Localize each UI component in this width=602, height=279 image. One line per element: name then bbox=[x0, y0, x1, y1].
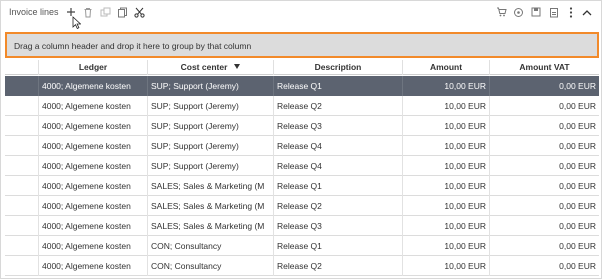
table-row[interactable]: 4000; Algemene kosten SALES; Sales & Mark… bbox=[5, 176, 599, 196]
amount-cell[interactable]: 10,00 EUR bbox=[403, 236, 490, 256]
header-select-column bbox=[5, 60, 39, 75]
table-row[interactable]: 4000; Algemene kosten SALES; Sales & Mark… bbox=[5, 216, 599, 236]
amount-cell[interactable]: 10,00 EUR bbox=[403, 96, 490, 116]
table-row[interactable]: 4000; Algemene kosten CON; Consultancy Rel… bbox=[5, 236, 599, 256]
header-amount[interactable]: Amount bbox=[403, 60, 490, 75]
description-cell[interactable]: Release Q4 bbox=[274, 136, 403, 156]
description-cell[interactable]: Release Q3 bbox=[274, 216, 403, 236]
cost-center-cell[interactable]: SUP; Support (Jeremy) bbox=[148, 96, 274, 116]
mouse-cursor-icon bbox=[72, 16, 82, 31]
ledger-cell[interactable]: 4000; Algemene kosten bbox=[39, 136, 148, 156]
description-cell[interactable]: Release Q1 bbox=[274, 76, 403, 96]
ledger-cell[interactable]: 4000; Algemene kosten bbox=[39, 216, 148, 236]
amount-cell[interactable]: 10,00 EUR bbox=[403, 176, 490, 196]
cart-icon[interactable] bbox=[494, 5, 508, 19]
panel-title: Invoice lines bbox=[9, 7, 59, 17]
save-icon[interactable] bbox=[529, 5, 543, 19]
cost-center-cell[interactable]: CON; Consultancy bbox=[148, 256, 274, 276]
description-cell[interactable]: Release Q2 bbox=[274, 256, 403, 276]
sort-descending-icon bbox=[234, 64, 241, 69]
description-cell[interactable]: Release Q4 bbox=[274, 156, 403, 176]
ledger-cell[interactable]: 4000; Algemene kosten bbox=[39, 256, 148, 276]
row-select-cell[interactable] bbox=[5, 196, 39, 216]
description-cell[interactable]: Release Q3 bbox=[274, 116, 403, 136]
row-select-cell[interactable] bbox=[5, 136, 39, 156]
cost-center-cell[interactable]: SUP; Support (Jeremy) bbox=[148, 136, 274, 156]
more-vertical-icon[interactable] bbox=[564, 5, 578, 19]
cost-center-cell[interactable]: SUP; Support (Jeremy) bbox=[148, 76, 274, 96]
description-cell[interactable]: Release Q1 bbox=[274, 176, 403, 196]
cost-center-cell[interactable]: SUP; Support (Jeremy) bbox=[148, 116, 274, 136]
duplicate-icon[interactable] bbox=[115, 5, 129, 19]
table-row[interactable]: 4000; Algemene kosten SUP; Support (Jerem… bbox=[5, 116, 599, 136]
amount-vat-cell[interactable]: 0,00 EUR bbox=[490, 196, 599, 216]
amount-cell[interactable]: 10,00 EUR bbox=[403, 76, 490, 96]
grid-header: Ledger Cost center Description Amount Am… bbox=[5, 60, 599, 75]
amount-vat-cell[interactable]: 0,00 EUR bbox=[490, 116, 599, 136]
header-cost-center[interactable]: Cost center bbox=[148, 60, 274, 75]
header-ledger[interactable]: Ledger bbox=[39, 60, 148, 75]
amount-vat-cell[interactable]: 0,00 EUR bbox=[490, 96, 599, 116]
amount-cell[interactable]: 10,00 EUR bbox=[403, 156, 490, 176]
cost-center-cell[interactable]: SUP; Support (Jeremy) bbox=[148, 156, 274, 176]
row-select-cell[interactable] bbox=[5, 116, 39, 136]
row-select-cell[interactable] bbox=[5, 236, 39, 256]
row-select-cell[interactable] bbox=[5, 96, 39, 116]
amount-cell[interactable]: 10,00 EUR bbox=[403, 116, 490, 136]
amount-vat-cell[interactable]: 0,00 EUR bbox=[490, 76, 599, 96]
trash-icon[interactable] bbox=[81, 5, 95, 19]
table-row[interactable]: 4000; Algemene kosten SALES; Sales & Mark… bbox=[5, 196, 599, 216]
amount-cell[interactable]: 10,00 EUR bbox=[403, 136, 490, 156]
ledger-cell[interactable]: 4000; Algemene kosten bbox=[39, 176, 148, 196]
panel-toolbar: Invoice lines bbox=[1, 1, 602, 30]
amount-cell[interactable]: 10,00 EUR bbox=[403, 196, 490, 216]
chevron-up-icon[interactable] bbox=[580, 5, 594, 19]
ledger-cell[interactable]: 4000; Algemene kosten bbox=[39, 236, 148, 256]
row-select-cell[interactable] bbox=[5, 76, 39, 96]
table-row[interactable]: 4000; Algemene kosten CON; Consultancy Rel… bbox=[5, 256, 599, 276]
amount-vat-cell[interactable]: 0,00 EUR bbox=[490, 136, 599, 156]
scissors-icon[interactable] bbox=[132, 5, 146, 19]
cost-center-cell[interactable]: SALES; Sales & Marketing (M bbox=[148, 176, 274, 196]
table-row[interactable]: 4000; Algemene kosten SUP; Support (Jerem… bbox=[5, 96, 599, 116]
amount-vat-cell[interactable]: 0,00 EUR bbox=[490, 236, 599, 256]
group-by-drop-zone[interactable]: Drag a column header and drop it here to… bbox=[5, 32, 599, 58]
description-cell[interactable]: Release Q2 bbox=[274, 196, 403, 216]
amount-cell[interactable]: 10,00 EUR bbox=[403, 216, 490, 236]
copy-disabled-icon[interactable] bbox=[98, 5, 112, 19]
table-row[interactable]: 4000; Algemene kosten SUP; Support (Jerem… bbox=[5, 156, 599, 176]
amount-vat-cell[interactable]: 0,00 EUR bbox=[490, 176, 599, 196]
ledger-cell[interactable]: 4000; Algemene kosten bbox=[39, 156, 148, 176]
table-row[interactable]: 4000; Algemene kosten SUP; Support (Jerem… bbox=[5, 136, 599, 156]
row-select-cell[interactable] bbox=[5, 156, 39, 176]
cost-center-cell[interactable]: CON; Consultancy bbox=[148, 236, 274, 256]
invoice-lines-panel: Invoice lines Drag a column header and d… bbox=[0, 0, 602, 279]
table-row[interactable]: 4000; Algemene kosten SUP; Support (Jerem… bbox=[5, 76, 599, 96]
ledger-cell[interactable]: 4000; Algemene kosten bbox=[39, 116, 148, 136]
description-cell[interactable]: Release Q2 bbox=[274, 96, 403, 116]
header-description[interactable]: Description bbox=[274, 60, 403, 75]
group-by-hint: Drag a column header and drop it here to… bbox=[14, 41, 252, 51]
network-icon[interactable] bbox=[511, 5, 525, 19]
row-select-cell[interactable] bbox=[5, 256, 39, 276]
export-icon[interactable] bbox=[547, 5, 561, 19]
amount-cell[interactable]: 10,00 EUR bbox=[403, 256, 490, 276]
amount-vat-cell[interactable]: 0,00 EUR bbox=[490, 156, 599, 176]
amount-vat-cell[interactable]: 0,00 EUR bbox=[490, 216, 599, 236]
row-select-cell[interactable] bbox=[5, 216, 39, 236]
ledger-cell[interactable]: 4000; Algemene kosten bbox=[39, 76, 148, 96]
cost-center-cell[interactable]: SALES; Sales & Marketing (M bbox=[148, 216, 274, 236]
cost-center-cell[interactable]: SALES; Sales & Marketing (M bbox=[148, 196, 274, 216]
ledger-cell[interactable]: 4000; Algemene kosten bbox=[39, 96, 148, 116]
ledger-cell[interactable]: 4000; Algemene kosten bbox=[39, 196, 148, 216]
header-amount-vat[interactable]: Amount VAT bbox=[490, 60, 599, 75]
row-select-cell[interactable] bbox=[5, 176, 39, 196]
amount-vat-cell[interactable]: 0,00 EUR bbox=[490, 256, 599, 276]
description-cell[interactable]: Release Q1 bbox=[274, 236, 403, 256]
